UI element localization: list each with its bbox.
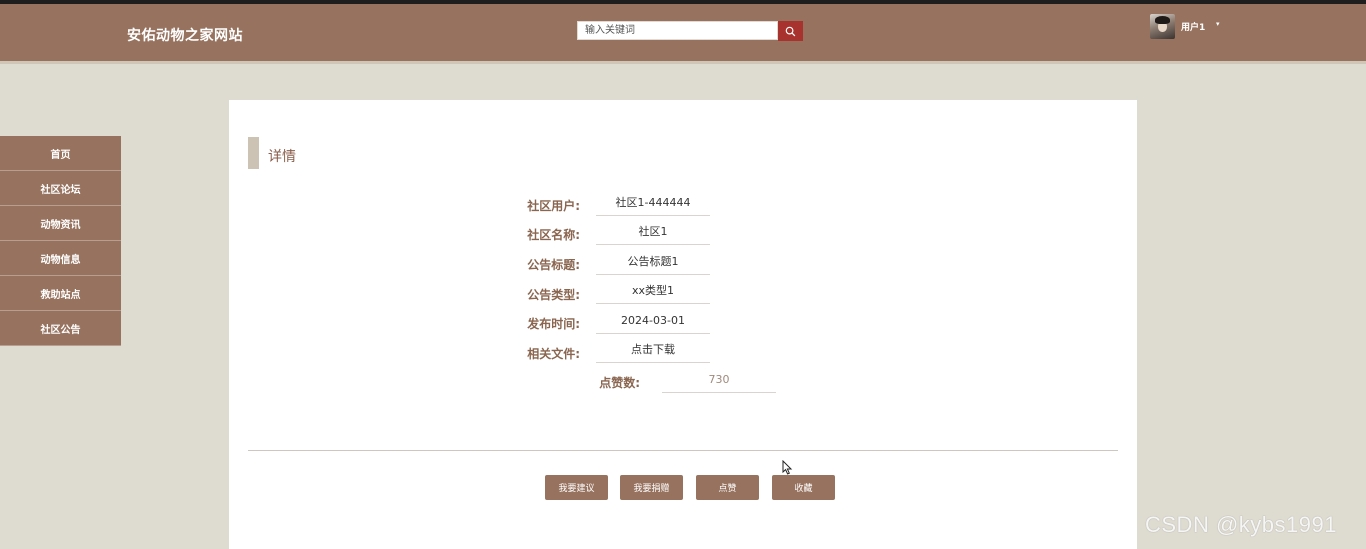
download-link[interactable]: 点击下载 xyxy=(596,342,710,363)
field-label-user: 社区用户: xyxy=(527,199,580,213)
search-input[interactable]: 输入关键词 xyxy=(577,21,778,40)
field-label-title: 公告标题: xyxy=(527,258,580,272)
sidebar-item-home[interactable]: 首页 xyxy=(0,136,121,171)
watermark: CSDN @kybs1991 xyxy=(1145,512,1337,537)
field-value-type: xx类型1 xyxy=(596,283,710,304)
likes-count: 730 xyxy=(662,372,776,393)
avatar-hair xyxy=(1155,16,1170,24)
field-label-file: 相关文件: xyxy=(527,347,580,361)
detail-panel: 详情 社区用户: 社区1-444444 社区名称: 社区1 公告标题: 公告标题… xyxy=(229,100,1137,549)
username-label[interactable]: 用户1 xyxy=(1181,20,1205,33)
search-button[interactable] xyxy=(778,21,803,41)
sidebar-item-animal-news[interactable]: 动物资讯 xyxy=(0,206,121,241)
search-icon xyxy=(785,26,796,36)
field-value-title: 公告标题1 xyxy=(596,254,710,275)
field-value-community: 社区1 xyxy=(596,224,710,245)
chevron-down-icon[interactable]: ▾ xyxy=(1216,20,1220,28)
field-label-date: 发布时间: xyxy=(527,317,580,331)
sidebar: 首页 社区论坛 动物资讯 动物信息 救助站点 社区公告 xyxy=(0,136,121,346)
header-shadow xyxy=(0,61,1366,64)
sidebar-item-forum[interactable]: 社区论坛 xyxy=(0,171,121,206)
section-title: 详情 xyxy=(268,149,296,165)
suggest-button[interactable]: 我要建议 xyxy=(545,475,608,500)
top-header: 安佑动物之家网站 输入关键词 用户1 ▾ xyxy=(0,4,1366,61)
donate-button[interactable]: 我要捐赠 xyxy=(620,475,683,500)
section-accent-bar xyxy=(248,137,259,169)
field-value-date: 2024-03-01 xyxy=(596,313,710,334)
field-label-likes: 点赞数: xyxy=(599,376,640,390)
sidebar-item-announcements[interactable]: 社区公告 xyxy=(0,311,121,346)
field-label-type: 公告类型: xyxy=(527,288,580,302)
like-button[interactable]: 点赞 xyxy=(696,475,759,500)
field-label-community: 社区名称: xyxy=(527,228,580,242)
divider xyxy=(248,450,1118,451)
sidebar-item-animal-info[interactable]: 动物信息 xyxy=(0,241,121,276)
site-title[interactable]: 安佑动物之家网站 xyxy=(127,25,243,45)
sidebar-item-rescue-stations[interactable]: 救助站点 xyxy=(0,276,121,311)
field-value-user: 社区1-444444 xyxy=(596,195,710,216)
favorite-button[interactable]: 收藏 xyxy=(772,475,835,500)
avatar[interactable] xyxy=(1150,14,1175,39)
mouse-cursor-icon xyxy=(782,460,793,475)
